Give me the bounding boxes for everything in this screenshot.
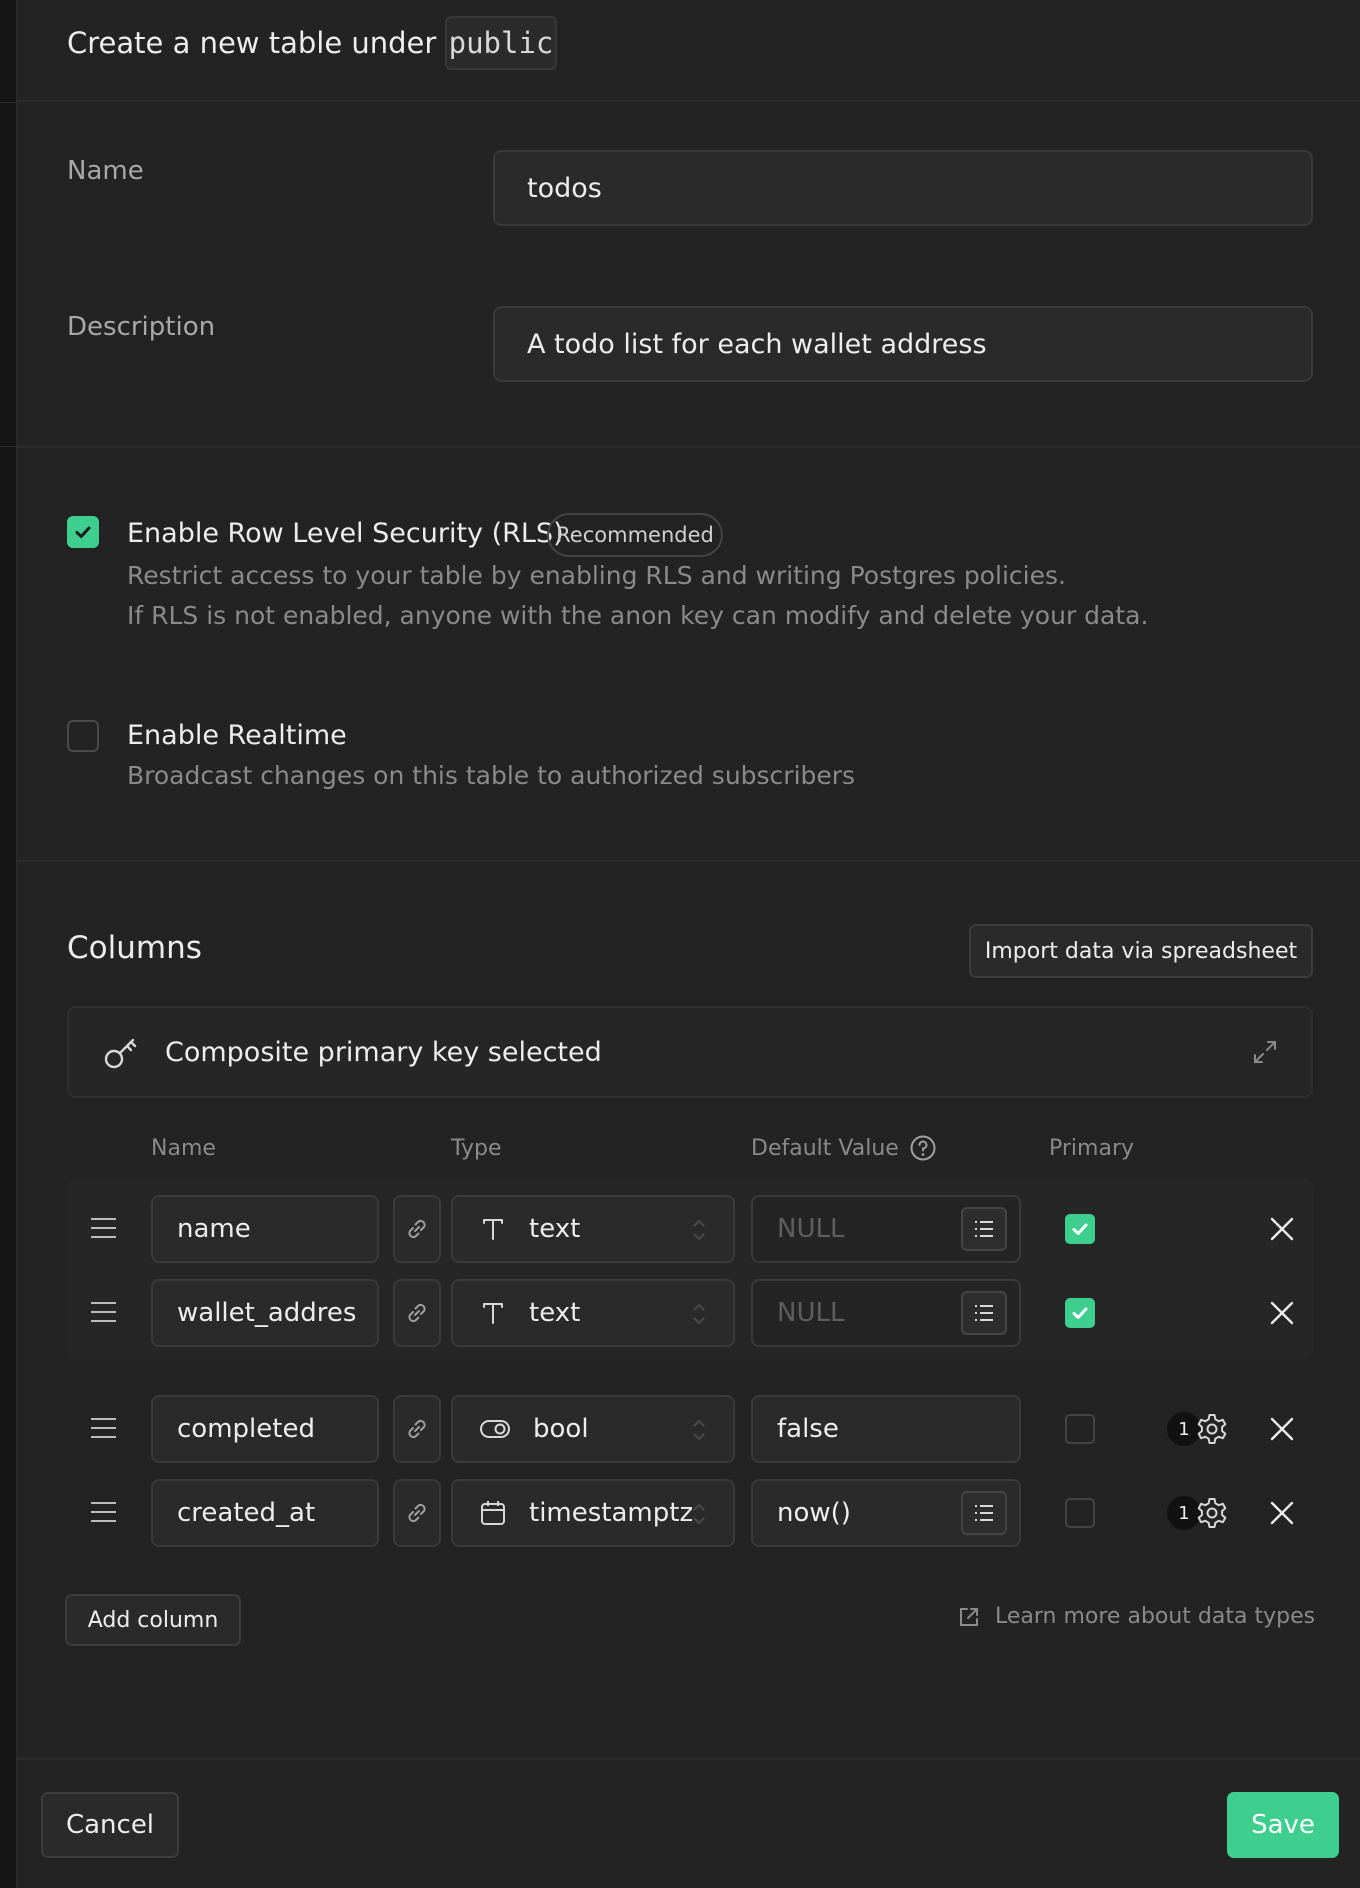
rls-description-1: Restrict access to your table by enablin… (127, 561, 1066, 590)
column-header-primary: Primary (1049, 1136, 1135, 1161)
link-icon (408, 1419, 426, 1439)
check-icon (1072, 1307, 1088, 1319)
text-type-icon (483, 1219, 503, 1240)
recommended-badge: Recommended (547, 513, 723, 557)
description-input[interactable] (493, 306, 1313, 382)
column-type-label: timestamptz (529, 1498, 694, 1528)
suggestions-button[interactable] (961, 1491, 1007, 1535)
name-input[interactable] (493, 150, 1313, 226)
link-icon (408, 1503, 426, 1523)
close-icon[interactable] (1267, 1214, 1297, 1244)
default-value-text: NULL (777, 1214, 845, 1244)
rls-checkbox[interactable] (67, 516, 99, 548)
default-value-field[interactable]: now() (751, 1479, 1021, 1547)
primary-key-checkbox[interactable] (1065, 1414, 1095, 1444)
realtime-checkbox[interactable] (67, 720, 99, 752)
rls-description-2: If RLS is not enabled, anyone with the a… (127, 601, 1149, 630)
section-divider (17, 860, 1360, 862)
drag-handle-icon[interactable] (89, 1418, 119, 1440)
column-type-select[interactable]: bool (451, 1395, 735, 1463)
key-icon (104, 1038, 137, 1069)
default-value-text: NULL (777, 1298, 845, 1328)
add-column-button[interactable]: Add column (65, 1594, 241, 1646)
foreign-key-button[interactable] (393, 1195, 441, 1263)
import-spreadsheet-button[interactable]: Import data via spreadsheet (969, 924, 1313, 978)
default-value-text: false (777, 1414, 839, 1444)
default-value-field[interactable]: NULL (751, 1279, 1021, 1347)
help-icon[interactable] (909, 1134, 937, 1162)
learn-more-link[interactable]: Learn more about data types (957, 1604, 1315, 1629)
background-table-edge (0, 0, 16, 1888)
calendar-icon (481, 1501, 505, 1525)
column-type-label: bool (533, 1414, 589, 1444)
list-icon (975, 1305, 993, 1321)
gear-icon[interactable] (1195, 1496, 1229, 1530)
link-icon (408, 1219, 426, 1239)
close-icon[interactable] (1267, 1298, 1297, 1328)
link-icon (408, 1303, 426, 1323)
column-name-field[interactable]: completed (151, 1395, 379, 1463)
cancel-button[interactable]: Cancel (41, 1792, 179, 1858)
default-value-field[interactable]: NULL (751, 1195, 1021, 1263)
description-label: Description (67, 312, 216, 342)
columns-title: Columns (67, 930, 202, 966)
panel-title: Create a new table under (67, 26, 437, 60)
default-value-field[interactable]: false (751, 1395, 1021, 1463)
list-icon (975, 1505, 993, 1521)
header-divider (17, 100, 1360, 102)
column-type-select[interactable]: text (451, 1195, 735, 1263)
column-type-select[interactable]: timestamptz (451, 1479, 735, 1547)
suggestions-button[interactable] (961, 1207, 1007, 1251)
chevron-up-down-icon (693, 1503, 705, 1525)
column-name-field[interactable]: created_at (151, 1479, 379, 1547)
column-header-name: Name (151, 1136, 216, 1161)
column-name-field[interactable]: name (151, 1195, 379, 1263)
column-type-select[interactable]: text (451, 1279, 735, 1347)
chevron-up-down-icon (693, 1219, 705, 1241)
footer-divider (17, 1758, 1360, 1760)
realtime-title: Enable Realtime (127, 720, 347, 751)
gear-icon[interactable] (1195, 1412, 1229, 1446)
suggestions-button[interactable] (961, 1291, 1007, 1335)
check-icon (75, 526, 91, 538)
drag-handle-icon[interactable] (89, 1218, 119, 1240)
external-link-icon (960, 1607, 978, 1626)
default-value-text: now() (777, 1498, 851, 1528)
primary-key-checkbox[interactable] (1065, 1298, 1095, 1328)
chevron-up-down-icon (693, 1419, 705, 1441)
learn-more-label: Learn more about data types (995, 1604, 1316, 1629)
foreign-key-button[interactable] (393, 1479, 441, 1547)
chevron-up-down-icon (693, 1303, 705, 1325)
composite-pk-label: Composite primary key selected (165, 1037, 602, 1068)
close-icon[interactable] (1267, 1414, 1297, 1444)
rls-title: Enable Row Level Security (RLS) (127, 518, 564, 549)
toggle-type-icon (480, 1420, 510, 1438)
section-divider (17, 446, 1360, 448)
create-table-panel: Create a new table under public Name Des… (16, 0, 1360, 1888)
column-name-field[interactable]: wallet_addres (151, 1279, 379, 1347)
check-icon (1072, 1223, 1088, 1235)
realtime-description: Broadcast changes on this table to autho… (127, 761, 856, 790)
drag-handle-icon[interactable] (89, 1302, 119, 1324)
drag-handle-icon[interactable] (89, 1502, 119, 1524)
column-type-label: text (529, 1214, 581, 1244)
column-header-type: Type (451, 1136, 502, 1161)
schema-chip: public (445, 16, 557, 70)
column-type-label: text (529, 1298, 581, 1328)
save-button[interactable]: Save (1227, 1792, 1339, 1858)
foreign-key-button[interactable] (393, 1279, 441, 1347)
primary-key-checkbox[interactable] (1065, 1214, 1095, 1244)
column-header-default: Default Value (751, 1136, 899, 1161)
expand-icon[interactable] (1251, 1038, 1279, 1066)
name-label: Name (67, 156, 144, 186)
list-icon (975, 1221, 993, 1237)
foreign-key-button[interactable] (393, 1395, 441, 1463)
text-type-icon (483, 1303, 503, 1324)
primary-key-checkbox[interactable] (1065, 1498, 1095, 1528)
close-icon[interactable] (1267, 1498, 1297, 1528)
